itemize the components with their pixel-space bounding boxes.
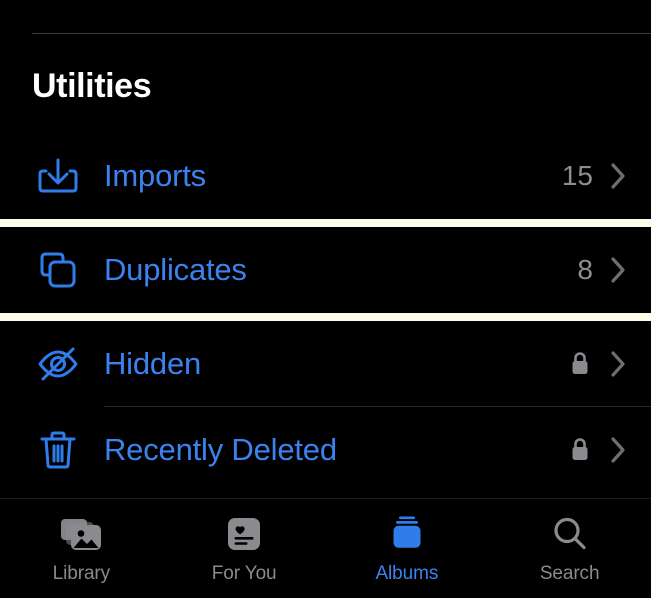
list-item-recently-deleted[interactable]: Recently Deleted (0, 407, 651, 493)
list-item-imports[interactable]: Imports 15 (0, 133, 651, 219)
list-item-hidden[interactable]: Hidden (0, 321, 651, 407)
chevron-right-icon (609, 435, 629, 465)
chevron-right-icon (609, 255, 629, 285)
header-divider (32, 33, 651, 34)
heart-card-icon (225, 512, 263, 556)
chevron-right-icon (609, 349, 629, 379)
utilities-list: Imports 15 Duplicates 8 Hidden Recently … (0, 133, 651, 493)
eye-slash-icon (32, 338, 84, 390)
list-item-count: 15 (561, 160, 593, 191)
tab-label: Library (52, 563, 111, 584)
tab-label: Albums (375, 563, 439, 584)
tab-for-you[interactable]: For You (163, 499, 326, 598)
list-item-duplicates[interactable]: Duplicates 8 (0, 219, 651, 321)
lock-icon (569, 436, 591, 464)
tab-albums[interactable]: Albums (326, 499, 489, 598)
search-icon (550, 512, 590, 556)
page-title: Utilities (32, 67, 152, 105)
trash-icon (32, 424, 84, 476)
list-item-label: Recently Deleted (104, 432, 337, 467)
list-item-label: Hidden (104, 346, 202, 381)
tab-label: Search (539, 563, 600, 584)
albums-stack-icon (387, 512, 427, 556)
lock-icon (569, 350, 591, 378)
list-item-label: Imports (104, 158, 206, 193)
tab-label: For You (211, 563, 277, 584)
list-item-count: 8 (577, 254, 593, 285)
chevron-right-icon (609, 161, 629, 191)
duplicate-squares-icon (32, 244, 84, 296)
tab-library[interactable]: Library (0, 499, 163, 598)
photos-albums-screen: Utilities Imports 15 Duplicates 8 Hidden… (0, 0, 651, 598)
tab-bar: Library For You Albums Search (0, 498, 651, 598)
list-item-label: Duplicates (104, 252, 247, 287)
photo-stack-icon (60, 512, 102, 556)
tab-search[interactable]: Search (488, 499, 651, 598)
tray-arrow-down-icon (32, 150, 84, 202)
